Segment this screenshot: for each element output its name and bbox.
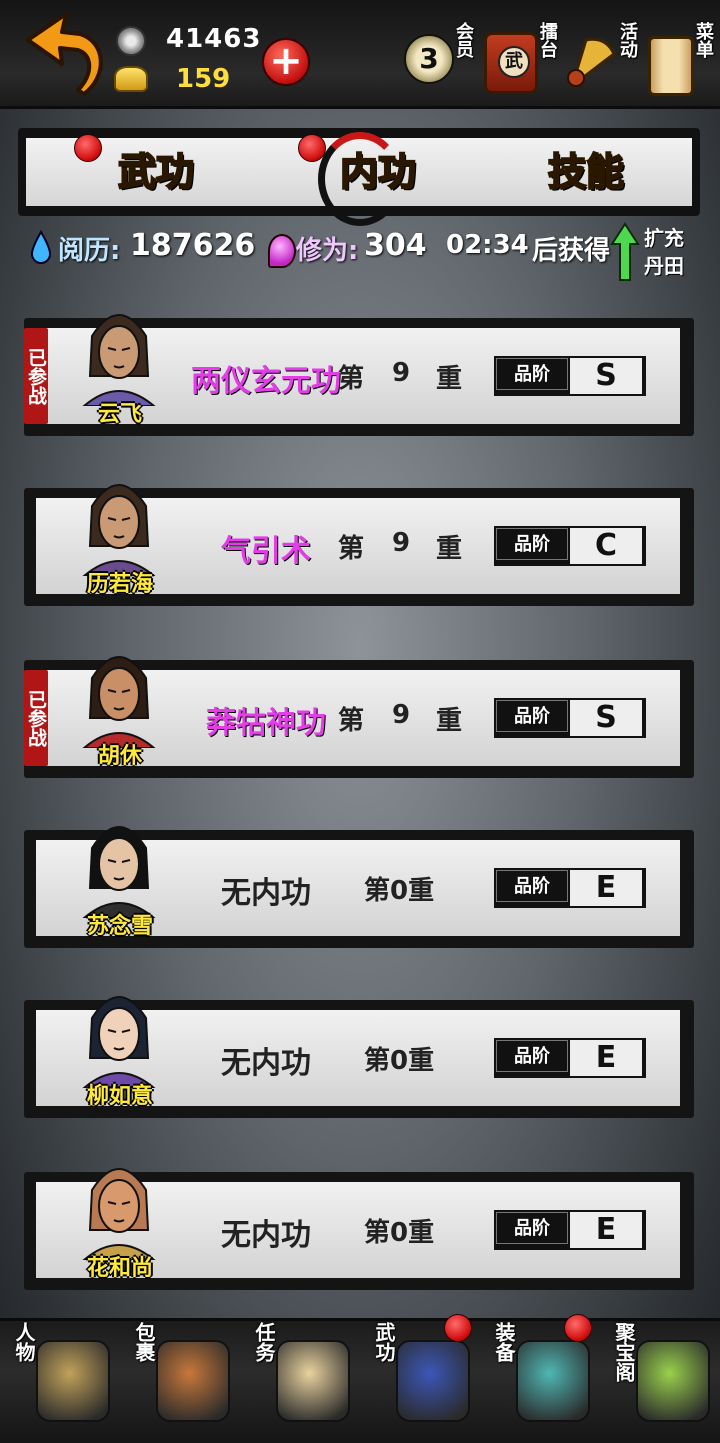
grade-value: E xyxy=(570,1040,642,1076)
tab-martial-arts[interactable]: 武功 xyxy=(66,142,246,202)
tab-skills[interactable]: 技能 xyxy=(496,142,676,202)
skill-name: 莽牯神功 xyxy=(206,706,326,741)
events-button[interactable]: 活动 xyxy=(566,22,638,92)
nav-label: 装备 xyxy=(492,1322,516,1362)
nav-sword[interactable]: 装备 xyxy=(480,1314,600,1440)
sword-icon xyxy=(516,1340,590,1422)
up-arrow-icon xyxy=(610,222,640,281)
expand-label-1: 扩充 xyxy=(644,226,684,250)
add-currency-button[interactable]: + xyxy=(262,38,310,86)
timer: 02:34 xyxy=(446,230,529,260)
grade-label: 品阶 xyxy=(496,700,568,732)
grade-value: C xyxy=(570,528,642,564)
skill-level-number: 9 xyxy=(392,700,411,730)
skill-name: 气引术 xyxy=(221,534,311,569)
skill-level-suffix: 重 xyxy=(436,534,463,564)
vip-label: 会员 xyxy=(453,22,474,58)
nav-notification-dot xyxy=(564,1314,592,1342)
deployed-badge: 已参战 xyxy=(24,670,48,766)
arena-badge: 武 xyxy=(498,46,530,78)
skill-level-suffix: 重 xyxy=(436,364,463,394)
nav-label: 人物 xyxy=(12,1322,36,1362)
back-arrow-icon[interactable] xyxy=(22,6,110,98)
experience-label: 阅历: xyxy=(58,236,121,266)
skill-level-prefix: 第 xyxy=(338,364,365,394)
fan-icon xyxy=(567,37,616,90)
grade-value: S xyxy=(570,700,642,736)
book-icon xyxy=(396,1340,470,1422)
grade-label: 品阶 xyxy=(496,528,568,560)
nav-bag[interactable]: 包裹 xyxy=(120,1318,240,1440)
cultivation-label: 修为: xyxy=(296,236,359,266)
grade-label: 品阶 xyxy=(496,1212,568,1244)
deployed-badge: 已参战 xyxy=(24,328,48,424)
menu-button[interactable]: 菜单 xyxy=(646,22,714,96)
nav-treasure[interactable]: 聚宝阁 xyxy=(600,1318,720,1440)
skill-level: 第0重 xyxy=(364,1046,435,1076)
cultivation-value: 304 xyxy=(364,228,427,263)
menu-label: 菜单 xyxy=(693,22,714,58)
experience-value: 187626 xyxy=(130,228,256,263)
hero-name: 花和尚 xyxy=(86,1256,153,1281)
arena-label: 擂台 xyxy=(537,22,558,58)
skill-level-prefix: 第 xyxy=(338,706,365,736)
grade-label: 品阶 xyxy=(496,870,568,902)
hero-avatar xyxy=(82,314,156,406)
cultivation-icon xyxy=(268,234,296,268)
expand-dantian-button[interactable]: 扩充 丹田 xyxy=(610,220,690,284)
skill-level-prefix: 第 xyxy=(338,534,365,564)
hero-avatar xyxy=(82,996,156,1088)
skill-name: 无内功 xyxy=(221,876,311,911)
grade-value: E xyxy=(570,1212,642,1248)
silver-coin-icon xyxy=(116,26,146,56)
water-drop-icon xyxy=(30,230,52,264)
arena-button[interactable]: 武 擂台 xyxy=(484,22,558,94)
gold-value: 159 xyxy=(176,64,231,94)
scroll-icon xyxy=(276,1340,350,1422)
nav-label: 任务 xyxy=(252,1322,276,1362)
skill-level-number: 9 xyxy=(392,528,411,558)
skill-name: 两仪玄元功 xyxy=(191,364,341,399)
grade-value: S xyxy=(570,358,642,394)
skill-name: 无内功 xyxy=(221,1046,311,1081)
grade-label: 品阶 xyxy=(496,358,568,390)
vip-level-badge: 3 xyxy=(404,34,454,84)
skill-name: 无内功 xyxy=(221,1218,311,1253)
hero-name: 苏念雪 xyxy=(86,914,153,939)
hero-avatar xyxy=(82,826,156,918)
nav-label: 武功 xyxy=(372,1322,396,1362)
nav-straw-hat[interactable]: 人物 xyxy=(0,1318,120,1440)
grade-label: 品阶 xyxy=(496,1040,568,1072)
skill-level: 第0重 xyxy=(364,1218,435,1248)
events-label: 活动 xyxy=(617,22,638,58)
grade-value: E xyxy=(570,870,642,906)
nav-scroll[interactable]: 任务 xyxy=(240,1318,360,1440)
skill-level-number: 9 xyxy=(392,358,411,388)
bag-icon xyxy=(156,1340,230,1422)
hero-name: 柳如意 xyxy=(86,1084,153,1109)
coins-value: 41463 xyxy=(166,24,262,54)
nav-book[interactable]: 武功 xyxy=(360,1314,480,1440)
menu-scroll-icon xyxy=(648,36,694,96)
nav-notification-dot xyxy=(444,1314,472,1342)
skill-level: 第0重 xyxy=(364,876,435,906)
timer-suffix: 后获得 xyxy=(532,236,611,266)
straw-hat-icon xyxy=(36,1340,110,1422)
hero-name: 历若海 xyxy=(86,572,153,597)
nav-label: 包裹 xyxy=(132,1322,156,1362)
gold-ingot-icon xyxy=(114,66,148,92)
hero-name: 胡休 xyxy=(97,744,142,769)
nav-label: 聚宝阁 xyxy=(612,1322,636,1382)
treasure-icon xyxy=(636,1340,710,1422)
expand-label-2: 丹田 xyxy=(644,254,684,278)
hero-avatar xyxy=(82,484,156,576)
hero-avatar xyxy=(82,656,156,748)
skill-level-suffix: 重 xyxy=(436,706,463,736)
hero-avatar xyxy=(82,1168,156,1260)
tab-inner-energy[interactable]: 内功 xyxy=(288,142,468,202)
vip-button[interactable]: 3 会员 xyxy=(404,22,474,92)
hero-name: 云飞 xyxy=(97,402,142,427)
